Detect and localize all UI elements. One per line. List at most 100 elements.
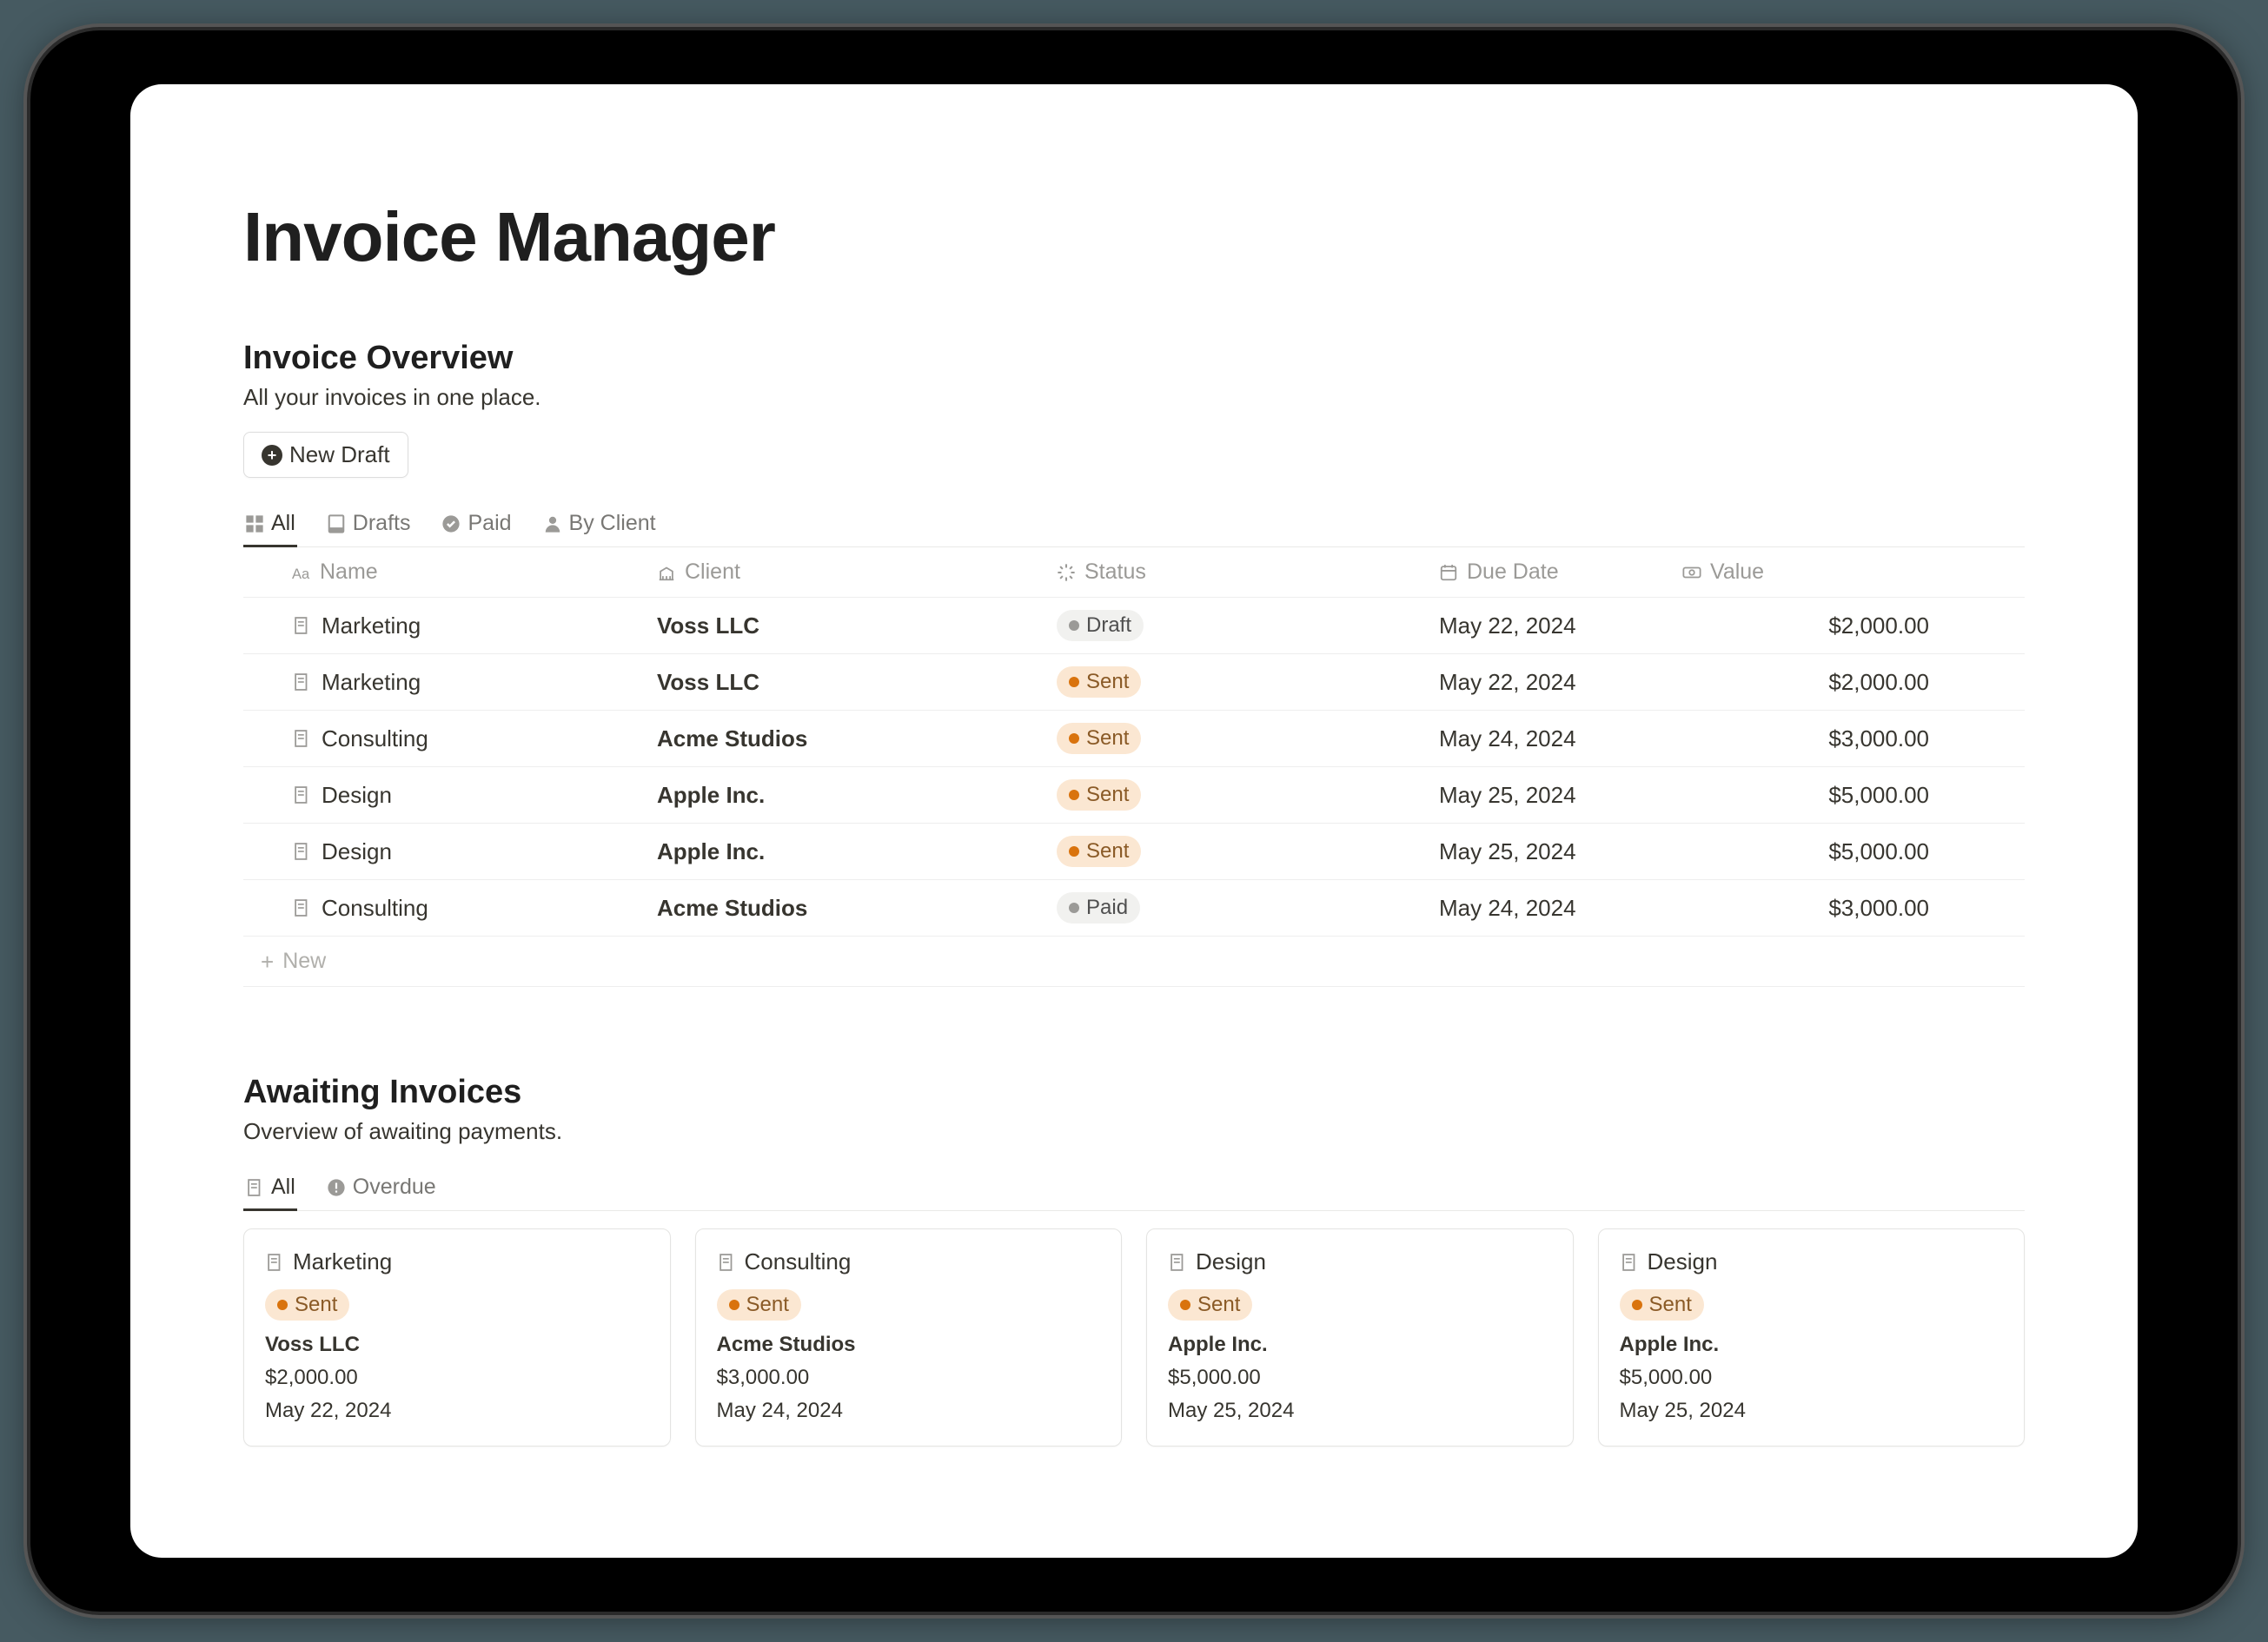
status-dot-icon bbox=[1069, 677, 1079, 687]
awaiting-card[interactable]: ConsultingSentAcme Studios$3,000.00May 2… bbox=[695, 1228, 1123, 1447]
tab-paid[interactable]: Paid bbox=[440, 502, 513, 547]
cell-status: Paid bbox=[1008, 892, 1390, 924]
new-row-button[interactable]: + New bbox=[243, 937, 2025, 987]
new-draft-label: New Draft bbox=[289, 441, 390, 468]
tab-by-client[interactable]: By Client bbox=[541, 502, 658, 547]
building-icon bbox=[657, 563, 676, 582]
cell-client: Acme Studios bbox=[608, 895, 1008, 922]
col-status: Status bbox=[1008, 559, 1390, 585]
cell-name: Design bbox=[243, 782, 608, 809]
status-badge: Draft bbox=[1057, 610, 1144, 641]
cell-status: Draft bbox=[1008, 610, 1390, 641]
page-icon bbox=[292, 842, 311, 861]
tab-awaiting-all[interactable]: All bbox=[243, 1166, 297, 1211]
col-due-date: Due Date bbox=[1390, 559, 1634, 585]
status-badge: Paid bbox=[1057, 892, 1140, 924]
card-value: $3,000.00 bbox=[717, 1366, 1101, 1390]
tab-drafts[interactable]: Drafts bbox=[325, 502, 413, 547]
cell-due-date: May 24, 2024 bbox=[1390, 725, 1634, 752]
overview-subtitle: All your invoices in one place. bbox=[243, 384, 2025, 411]
grid-icon bbox=[245, 514, 264, 533]
awaiting-cards: MarketingSentVoss LLC$2,000.00May 22, 20… bbox=[243, 1228, 2025, 1447]
overview-title: Invoice Overview bbox=[243, 340, 2025, 377]
cell-name: Consulting bbox=[243, 895, 608, 922]
card-title: Design bbox=[1168, 1248, 1552, 1275]
cell-client: Acme Studios bbox=[608, 725, 1008, 752]
awaiting-tabs: All Overdue bbox=[243, 1166, 2025, 1211]
cell-due-date: May 25, 2024 bbox=[1390, 838, 1634, 865]
page-icon bbox=[292, 729, 311, 748]
cell-name: Design bbox=[243, 838, 608, 865]
cell-value: $2,000.00 bbox=[1634, 669, 2025, 696]
cell-value: $5,000.00 bbox=[1634, 782, 2025, 809]
tab-awaiting-overdue[interactable]: Overdue bbox=[325, 1166, 438, 1211]
cell-status: Sent bbox=[1008, 723, 1390, 754]
alert-circle-icon bbox=[327, 1178, 346, 1197]
card-client: Voss LLC bbox=[265, 1333, 649, 1357]
tab-label: Paid bbox=[468, 511, 511, 536]
table-row[interactable]: ConsultingAcme StudiosSentMay 24, 2024$3… bbox=[243, 711, 2025, 767]
status-dot-icon bbox=[1069, 903, 1079, 913]
table-row[interactable]: DesignApple Inc.SentMay 25, 2024$5,000.0… bbox=[243, 767, 2025, 824]
page-icon bbox=[1168, 1253, 1187, 1272]
awaiting-card[interactable]: DesignSentApple Inc.$5,000.00May 25, 202… bbox=[1146, 1228, 1574, 1447]
card-title: Consulting bbox=[717, 1248, 1101, 1275]
card-value: $5,000.00 bbox=[1620, 1366, 2004, 1390]
awaiting-title: Awaiting Invoices bbox=[243, 1074, 2025, 1111]
col-client: Client bbox=[608, 559, 1008, 585]
cell-value: $5,000.00 bbox=[1634, 838, 2025, 865]
currency-icon bbox=[1682, 563, 1701, 582]
status-badge: Sent bbox=[1057, 836, 1141, 867]
card-title: Design bbox=[1620, 1248, 2004, 1275]
tab-label: All bbox=[271, 511, 295, 536]
awaiting-card[interactable]: DesignSentApple Inc.$5,000.00May 25, 202… bbox=[1598, 1228, 2026, 1447]
check-circle-icon bbox=[441, 514, 461, 533]
page-icon bbox=[292, 672, 311, 692]
status-dot-icon bbox=[1069, 620, 1079, 631]
calendar-icon bbox=[1439, 563, 1458, 582]
cell-due-date: May 25, 2024 bbox=[1390, 782, 1634, 809]
plus-icon: + bbox=[261, 950, 274, 973]
cell-status: Sent bbox=[1008, 666, 1390, 698]
status-badge: Sent bbox=[1168, 1289, 1252, 1321]
cell-client: Voss LLC bbox=[608, 612, 1008, 639]
card-value: $5,000.00 bbox=[1168, 1366, 1552, 1390]
status-dot-icon bbox=[1069, 846, 1079, 857]
table-row[interactable]: MarketingVoss LLCSentMay 22, 2024$2,000.… bbox=[243, 654, 2025, 711]
drafts-icon bbox=[327, 514, 346, 533]
table-row[interactable]: DesignApple Inc. Sent May 25, 2024$5,000.0… bbox=[243, 824, 2025, 880]
cell-value: $3,000.00 bbox=[1634, 895, 2025, 922]
card-due-date: May 24, 2024 bbox=[717, 1399, 1101, 1423]
tab-label: All bbox=[271, 1175, 295, 1200]
page-icon bbox=[245, 1178, 264, 1197]
page-icon bbox=[1620, 1253, 1639, 1272]
text-icon: Aa bbox=[292, 563, 311, 582]
screen: Invoice Manager Invoice Overview All you… bbox=[130, 84, 2138, 1558]
svg-text:Aa: Aa bbox=[292, 566, 310, 581]
plus-circle-icon: + bbox=[262, 445, 282, 466]
awaiting-card[interactable]: MarketingSentVoss LLC$2,000.00May 22, 20… bbox=[243, 1228, 671, 1447]
status-badge: Sent bbox=[265, 1289, 349, 1321]
new-row-label: New bbox=[282, 949, 326, 974]
status-dot-icon bbox=[1632, 1300, 1642, 1310]
table-row[interactable]: ConsultingAcme StudiosPaidMay 24, 2024$3… bbox=[243, 880, 2025, 937]
page-icon bbox=[265, 1253, 284, 1272]
table-row[interactable]: MarketingVoss LLCDraftMay 22, 2024$2,000… bbox=[243, 598, 2025, 654]
card-due-date: May 25, 2024 bbox=[1168, 1399, 1552, 1423]
status-badge: Sent bbox=[1057, 666, 1141, 698]
cell-name: Marketing bbox=[243, 612, 608, 639]
status-dot-icon bbox=[729, 1300, 739, 1310]
tab-all[interactable]: All bbox=[243, 502, 297, 547]
page-icon bbox=[717, 1253, 736, 1272]
table-header-row: Aa Name Client Status Due Date Val bbox=[243, 547, 2025, 598]
status-dot-icon bbox=[1069, 733, 1079, 744]
person-icon bbox=[543, 514, 562, 533]
card-due-date: May 22, 2024 bbox=[265, 1399, 649, 1423]
new-draft-button[interactable]: + New Draft bbox=[243, 432, 408, 478]
tablet-frame: Invoice Manager Invoice Overview All you… bbox=[30, 30, 2238, 1612]
status-dot-icon bbox=[1180, 1300, 1190, 1310]
cell-due-date: May 22, 2024 bbox=[1390, 669, 1634, 696]
cell-client: Apple Inc. bbox=[608, 838, 1008, 865]
page-icon bbox=[292, 616, 311, 635]
card-due-date: May 25, 2024 bbox=[1620, 1399, 2004, 1423]
